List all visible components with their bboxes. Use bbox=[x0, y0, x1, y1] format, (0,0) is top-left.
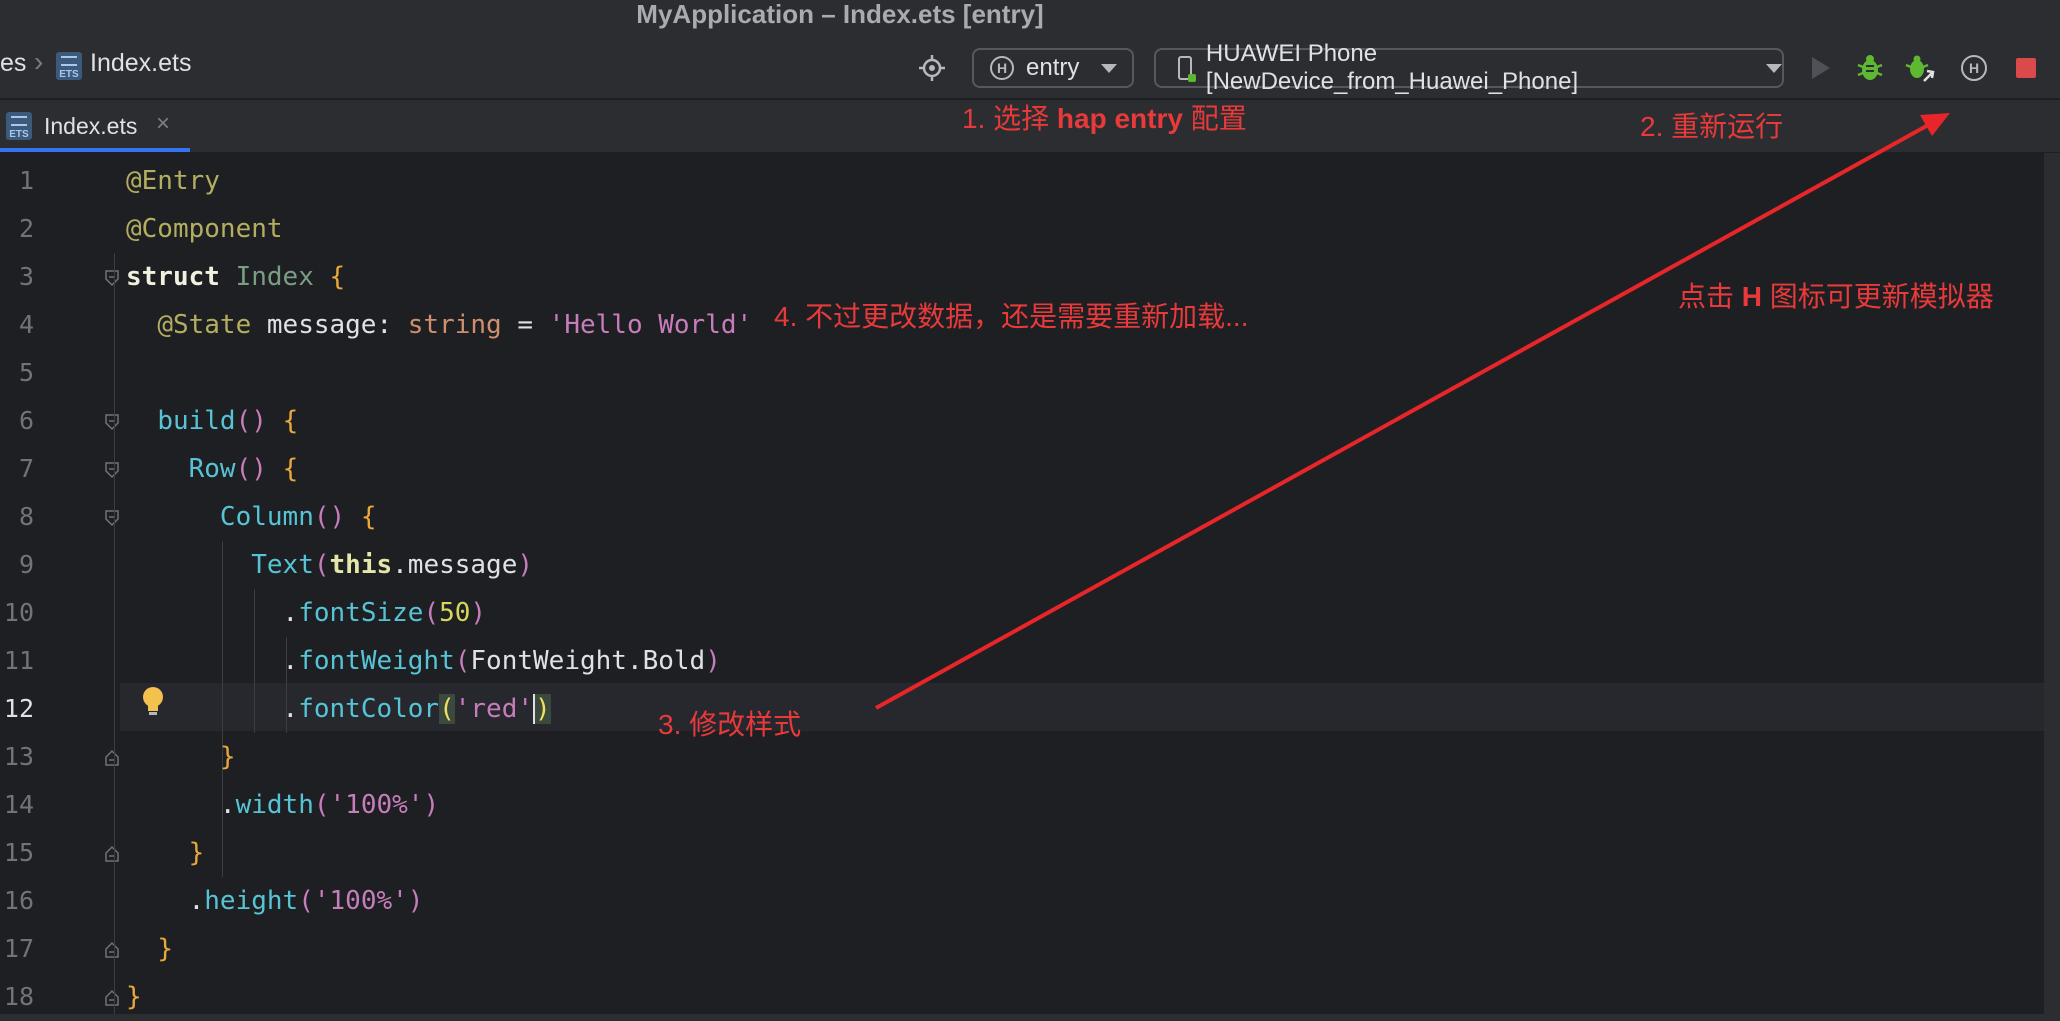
annotation-arrow bbox=[875, 113, 1950, 710]
